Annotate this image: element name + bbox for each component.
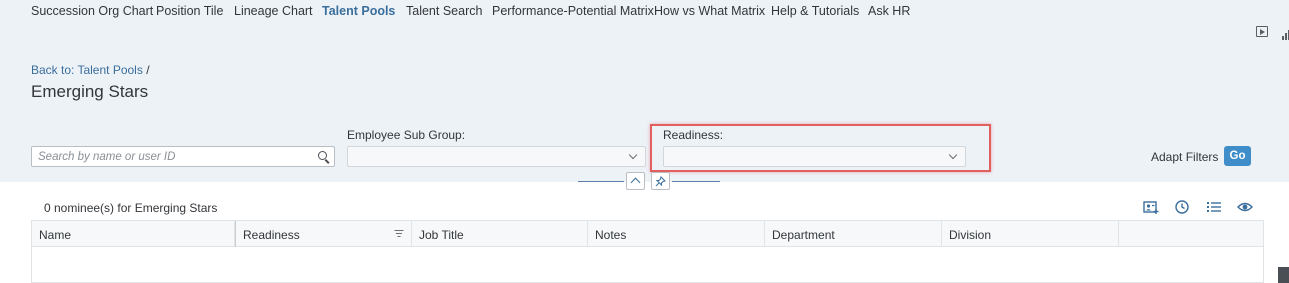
- pin-header-button[interactable]: [651, 172, 670, 190]
- nav-ask-hr[interactable]: Ask HR: [868, 4, 910, 18]
- chevron-down-icon: [628, 150, 638, 160]
- column-header-department[interactable]: Department: [765, 221, 942, 247]
- column-label: Name: [39, 228, 72, 242]
- filter-icon: [394, 230, 403, 238]
- collapse-header-button[interactable]: [626, 172, 645, 190]
- list-settings-icon[interactable]: [1206, 199, 1222, 215]
- header-divider-right: [672, 181, 720, 182]
- go-button[interactable]: Go: [1224, 146, 1251, 166]
- column-label: Readiness: [243, 228, 300, 242]
- nav-lineage-chart[interactable]: Lineage Chart: [234, 4, 313, 18]
- header-divider-left: [578, 181, 624, 182]
- chart-bars-icon[interactable]: [1282, 30, 1289, 40]
- person-card-icon[interactable]: [1143, 199, 1159, 215]
- column-header-division[interactable]: Division: [942, 221, 1119, 247]
- top-navigation: Succession Org Chart Position Tile Linea…: [0, 0, 1289, 24]
- column-header-readiness[interactable]: Readiness: [235, 221, 412, 247]
- search-input[interactable]: [38, 149, 308, 164]
- nav-help-tutorials[interactable]: Help & Tutorials: [771, 4, 859, 18]
- nav-how-vs-what-matrix[interactable]: How vs What Matrix: [654, 4, 765, 18]
- history-clock-icon[interactable]: [1174, 199, 1190, 215]
- nominees-table: Name Readiness Job Title Notes Departmen…: [31, 220, 1264, 283]
- nav-talent-search[interactable]: Talent Search: [406, 4, 482, 18]
- search-icon[interactable]: [318, 151, 327, 160]
- employee-sub-group-label: Employee Sub Group:: [347, 128, 466, 142]
- employee-sub-group-select[interactable]: [347, 146, 646, 167]
- column-header-name[interactable]: Name: [32, 221, 235, 247]
- adapt-filters-button[interactable]: Adapt Filters: [1151, 150, 1218, 164]
- column-label: Job Title: [419, 228, 464, 242]
- column-label: Notes: [595, 228, 627, 242]
- nav-position-tile[interactable]: Position Tile: [156, 4, 223, 18]
- readiness-highlight-box: [650, 124, 991, 172]
- breadcrumb-separator: /: [146, 63, 150, 77]
- column-label: Department: [772, 228, 835, 242]
- nav-talent-pools[interactable]: Talent Pools: [322, 4, 395, 18]
- back-to-talent-pools-link[interactable]: Back to: Talent Pools: [31, 63, 143, 77]
- nav-succession-org-chart[interactable]: Succession Org Chart: [31, 4, 153, 18]
- search-field[interactable]: [31, 146, 335, 167]
- nav-performance-potential-matrix[interactable]: Performance-Potential Matrix: [492, 4, 654, 18]
- eye-icon[interactable]: [1237, 199, 1253, 215]
- column-header-job-title[interactable]: Job Title: [412, 221, 588, 247]
- breadcrumb: Back to: Talent Pools /: [31, 63, 150, 77]
- pin-icon: [655, 176, 666, 187]
- column-label: Division: [949, 228, 992, 242]
- scrollbar-edge[interactable]: [1278, 267, 1289, 283]
- nominee-count: 0 nominee(s) for Emerging Stars: [44, 201, 218, 215]
- page-title: Emerging Stars: [31, 82, 149, 101]
- table-header: Name Readiness Job Title Notes Departmen…: [32, 221, 1263, 247]
- column-header-notes[interactable]: Notes: [588, 221, 765, 247]
- play-icon[interactable]: [1256, 26, 1268, 37]
